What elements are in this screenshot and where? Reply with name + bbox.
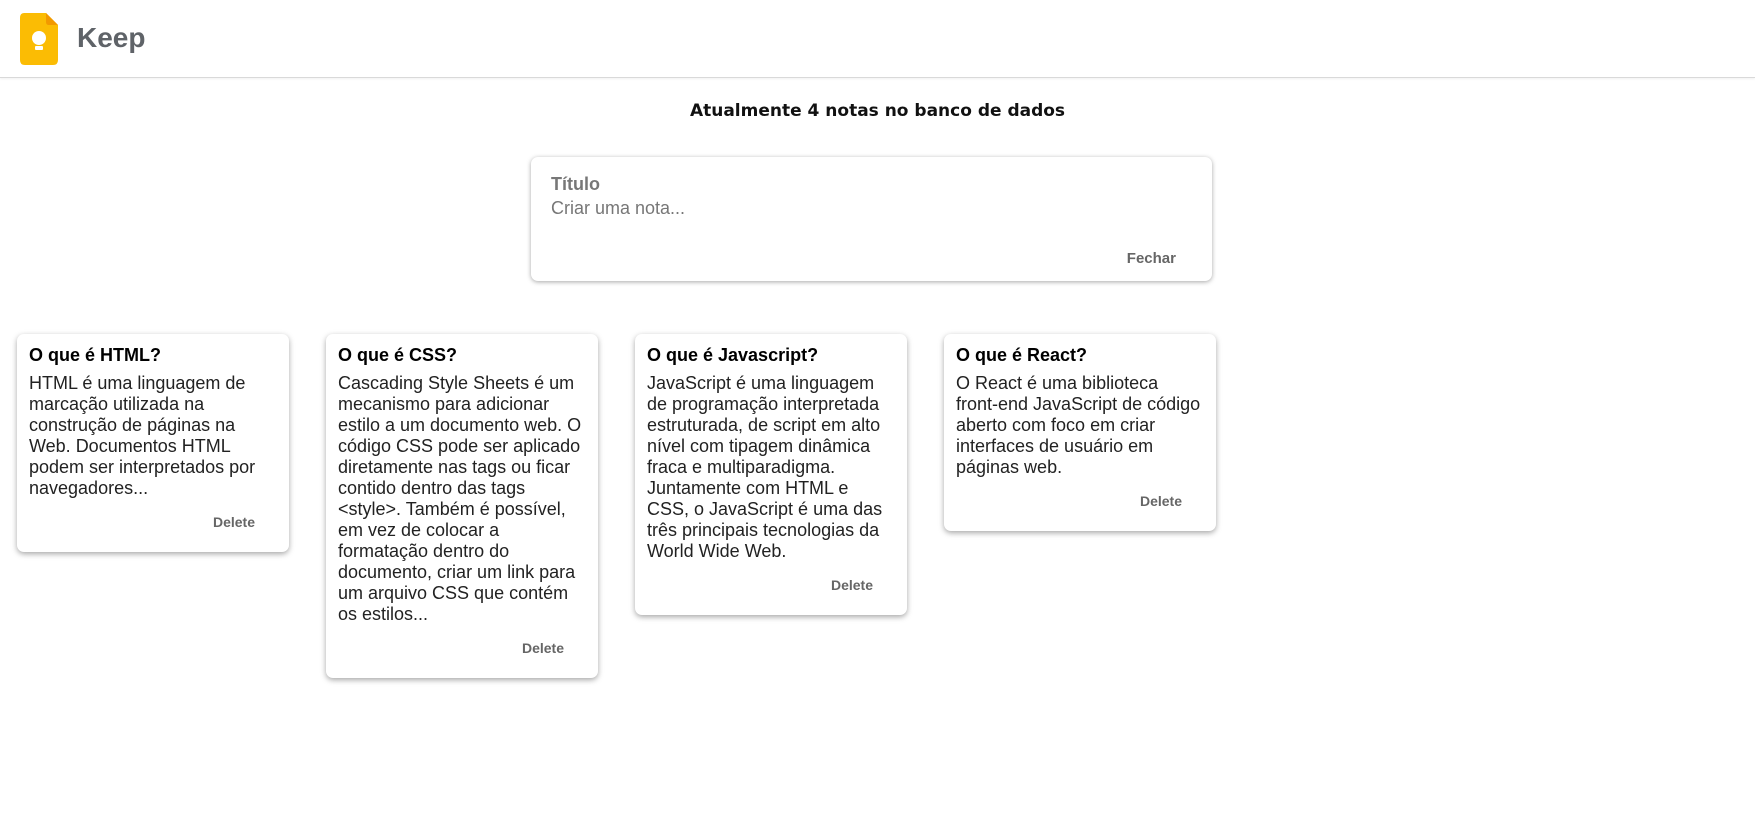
note-title-input[interactable] [551, 170, 1171, 199]
note-card: O que é React? O React é uma biblioteca … [944, 334, 1216, 531]
note-card: O que é HTML? HTML é uma linguagem de ma… [17, 334, 289, 552]
note-count-text: Atualmente 4 notas no banco de dados [689, 101, 1066, 121]
note-title: O que é CSS? [338, 345, 458, 365]
delete-note-button[interactable]: Delete [1140, 493, 1182, 509]
note-content-input[interactable] [551, 196, 1171, 226]
delete-note-button[interactable]: Delete [831, 577, 873, 593]
delete-note-button[interactable]: Delete [213, 514, 255, 530]
note-card: O que é CSS? Cascading Style Sheets é um… [326, 334, 598, 678]
note-content: JavaScript é uma linguagem de programaçã… [647, 373, 883, 561]
app-header: Keep [0, 0, 1755, 78]
note-title: O que é React? [956, 345, 1088, 365]
note-content: Cascading Style Sheets é um mecanismo pa… [338, 373, 582, 624]
app-title: Keep [77, 22, 146, 53]
note-card: O que é Javascript? JavaScript é uma lin… [635, 334, 907, 615]
note-content: O React é uma biblioteca front-end JavaS… [956, 373, 1201, 477]
close-form-button[interactable]: Fechar [1127, 250, 1176, 267]
note-title: O que é HTML? [29, 345, 161, 365]
keep-logo-icon [20, 13, 58, 65]
delete-note-button[interactable]: Delete [522, 640, 564, 656]
note-content: HTML é uma linguagem de marcação utiliza… [29, 373, 256, 498]
note-title: O que é Javascript? [647, 345, 819, 365]
